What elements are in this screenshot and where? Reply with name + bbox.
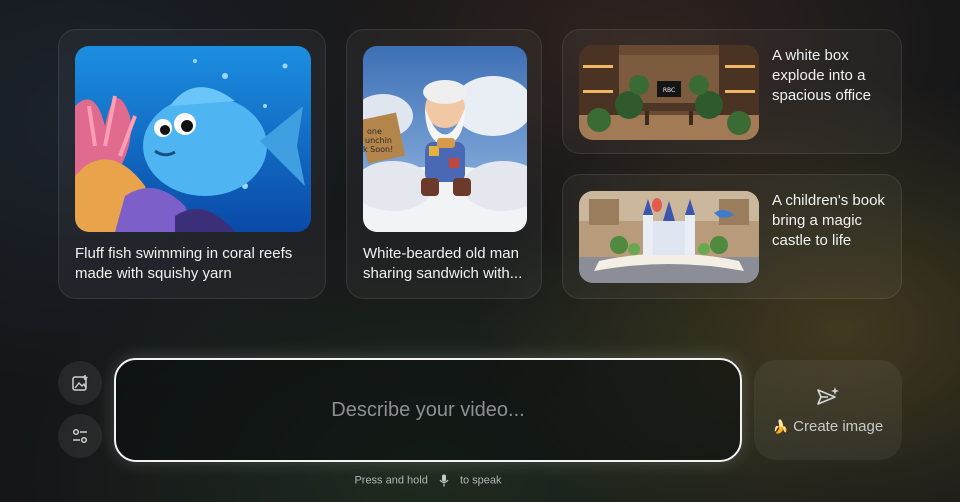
suggestion-card-old-man[interactable]: one unchin k Soon! White-bearded old man s… [346,29,542,299]
add-image-icon [72,375,88,391]
castle-card-caption: A children's book bring a magic castle t… [772,192,885,249]
hint-text-before: Press and hold [354,474,428,487]
voice-hint: Press and hold to speak [0,474,856,487]
suggestion-card-fish[interactable]: Fluff fish swimming in coral reefs made … [58,29,326,299]
hint-text-after: to speak [459,474,502,487]
create-image-label: 🍌 Create image [754,418,902,435]
microphone-icon[interactable] [439,474,449,487]
send-sparkle-icon [817,387,839,405]
banana-emoji: 🍌 [772,419,789,434]
fish-thumbnail [75,46,311,232]
old-man-card-caption: White-bearded old man sharing sandwich w… [363,245,523,282]
suggestion-card-castle[interactable]: A children's book bring a magic castle t… [562,174,902,299]
castle-thumbnail [579,191,759,283]
fish-card-caption: Fluff fish swimming in coral reefs made … [75,245,293,282]
add-image-button[interactable] [58,361,102,405]
office-card-caption: A white box explode into a spacious offi… [772,47,871,104]
monitor-text: RBC [663,87,675,94]
prompt-input[interactable] [116,397,740,423]
create-image-button[interactable]: 🍌 Create image [754,360,902,460]
create-image-text: Create image [793,418,884,435]
settings-button[interactable] [58,414,102,458]
prompt-box[interactable] [114,358,742,462]
office-thumbnail: RBC [579,45,759,140]
suggestion-card-office[interactable]: RBC A white box explode into a spacious … [562,29,902,154]
settings-sliders-icon [72,428,88,444]
old-man-thumbnail: one unchin k Soon! [363,46,527,232]
